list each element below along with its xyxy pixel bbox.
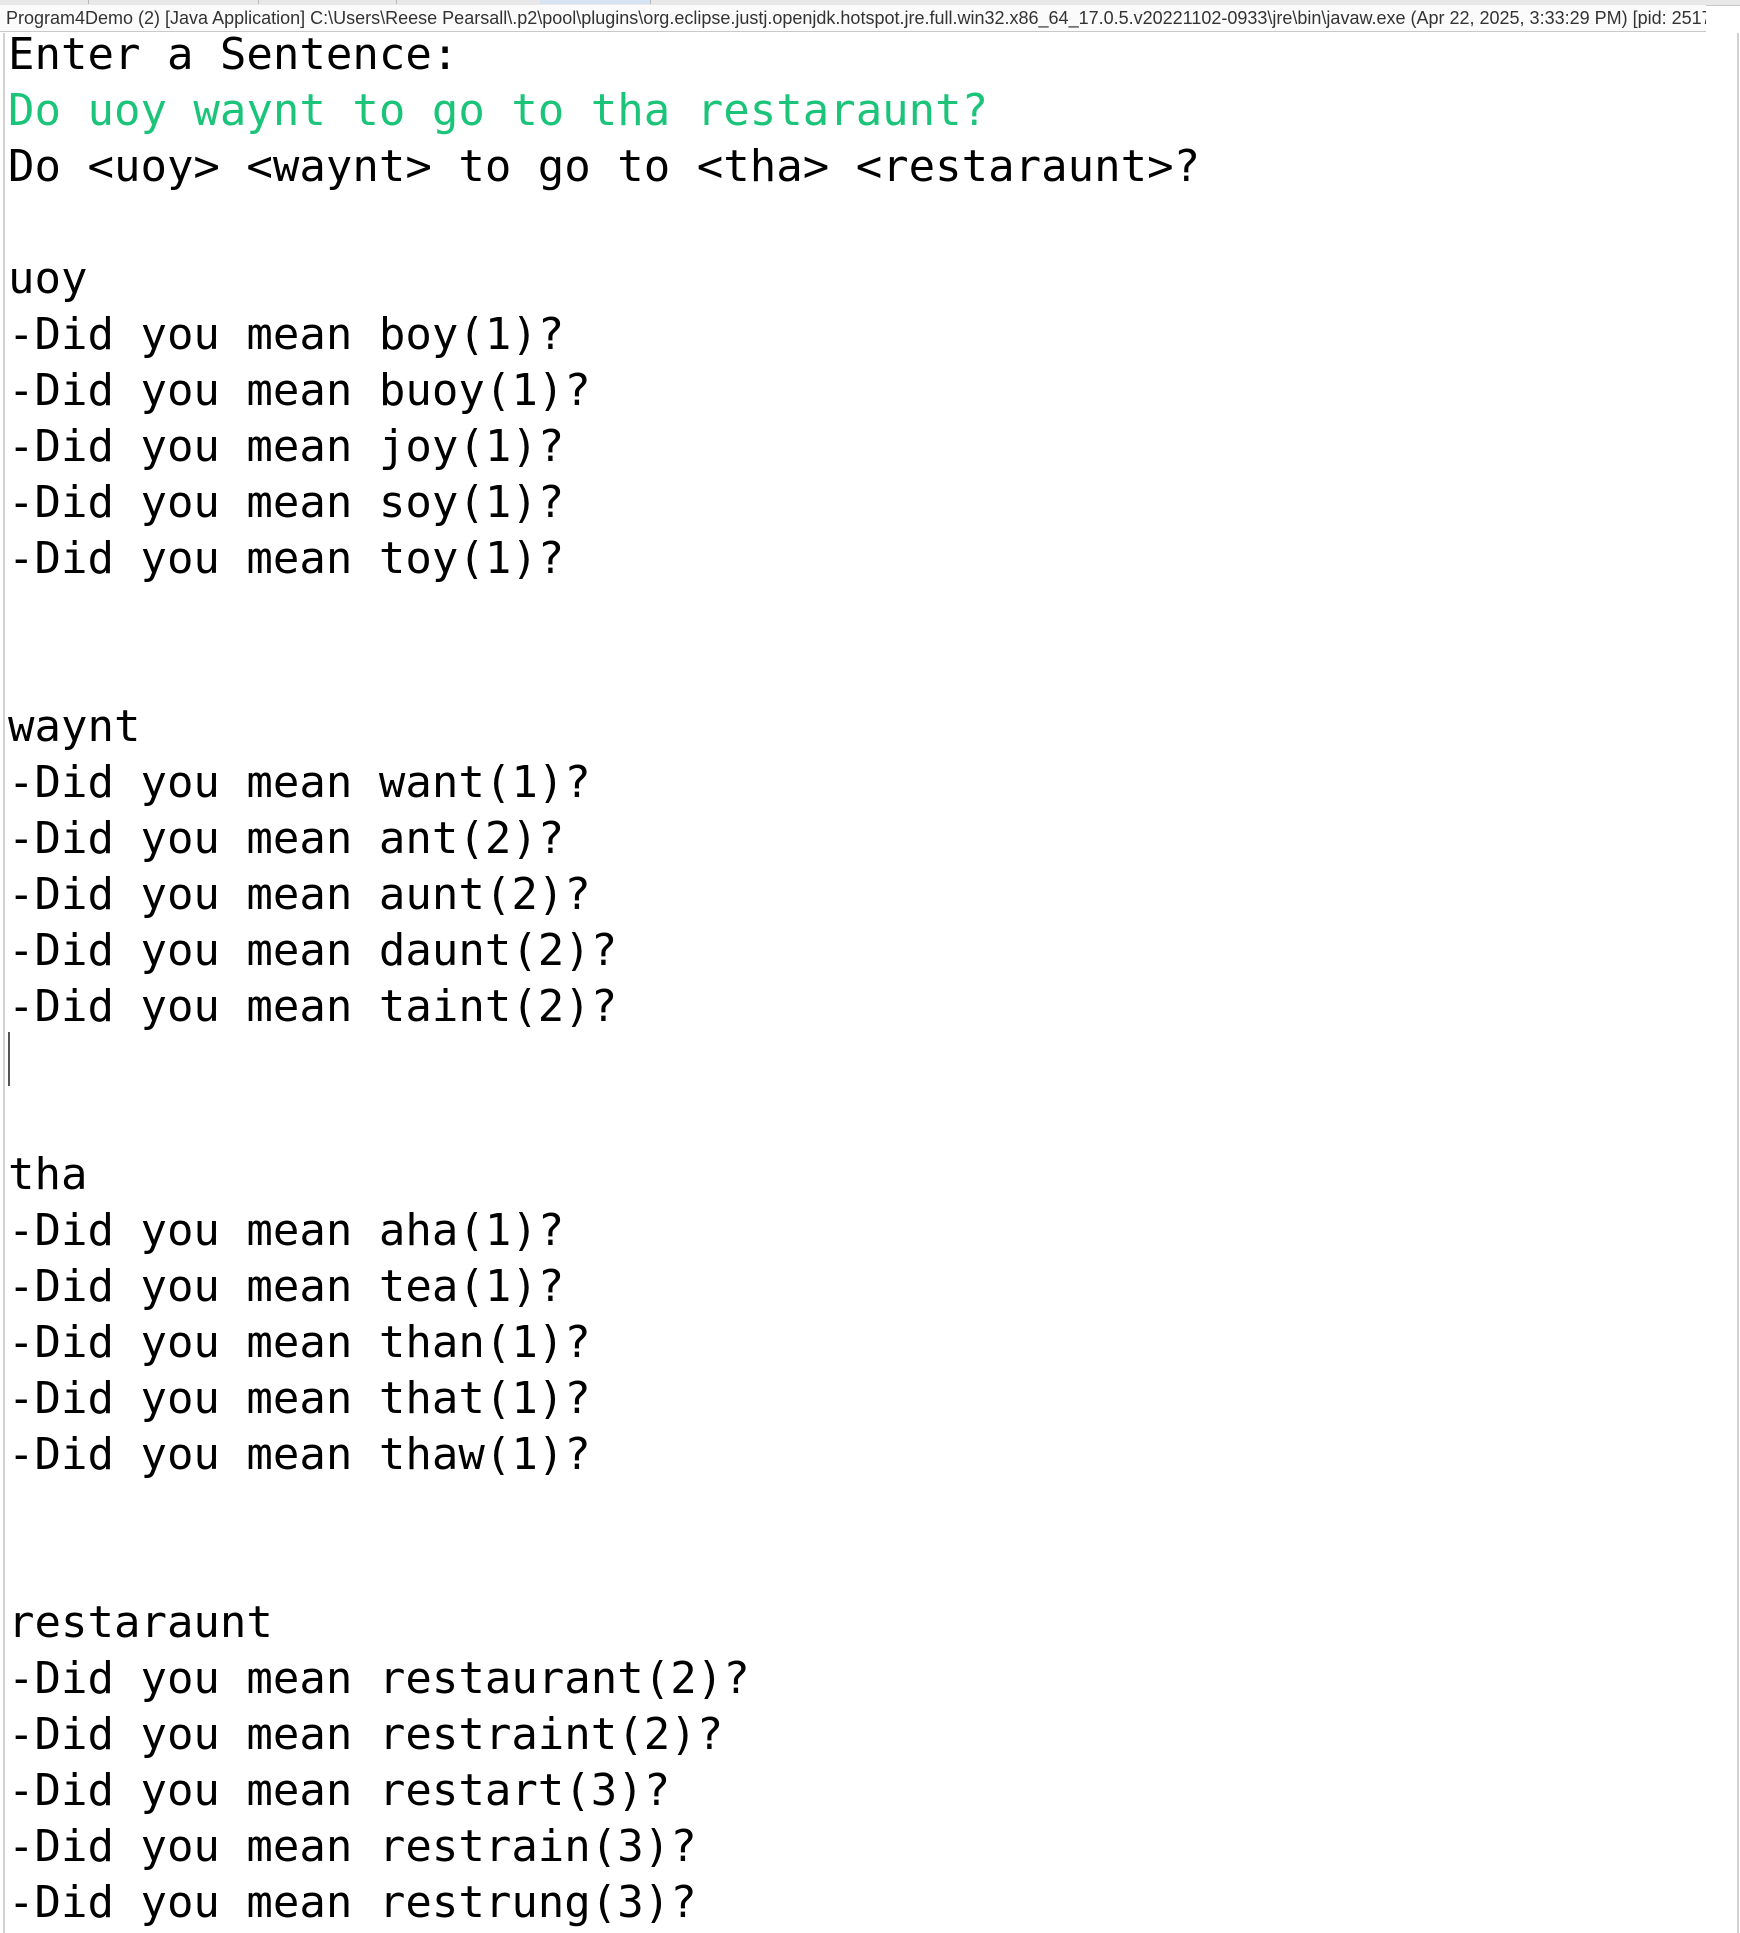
console-output-line: -Did you mean joy(1)? <box>8 421 565 472</box>
console-output-line: -Did you mean toy(1)? <box>8 533 565 584</box>
console-output-line: waynt <box>8 701 141 752</box>
view-tab[interactable] <box>396 0 541 4</box>
console-output-line: -Did you mean restaurant(2)? <box>8 1653 750 1704</box>
console-output-line: -Did you mean taint(2)? <box>8 981 618 1032</box>
console-output-line: -Did you mean thaw(1)? <box>8 1429 591 1480</box>
console-right-border <box>1737 33 1739 1933</box>
console-output-line: -Did you mean restart(3)? <box>8 1765 671 1816</box>
console-output-line: -Did you mean soy(1)? <box>8 477 565 528</box>
console-left-border <box>3 33 5 1933</box>
console-output-line: -Did you mean restraint(2)? <box>8 1709 724 1760</box>
view-tab[interactable] <box>258 0 397 4</box>
console-output-line: -Did you mean than(1)? <box>8 1317 591 1368</box>
console-output-line: -Did you mean restrung(3)? <box>8 1877 697 1928</box>
console-output-line: tha <box>8 1149 88 1200</box>
console-output-line: Enter a Sentence: <box>8 29 459 80</box>
console-output-line: Do <uoy> <waynt> to go to <tha> <restara… <box>8 141 1201 192</box>
console-output-line: -Did you mean tea(1)? <box>8 1261 565 1312</box>
console-output-line: -Did you mean want(1)? <box>8 757 591 808</box>
console-output-line: -Did you mean restrain(3)? <box>8 1821 697 1872</box>
view-tab[interactable] <box>88 0 259 4</box>
view-tab[interactable] <box>0 0 89 4</box>
console-user-input-line: Do uoy waynt to go to tha restaraunt? <box>8 85 989 136</box>
console-output-line: uoy <box>8 253 88 304</box>
console-output-line: -Did you mean aha(1)? <box>8 1205 565 1256</box>
console-output-line: -Did you mean boy(1)? <box>8 309 565 360</box>
console-output-line: -Did you mean aunt(2)? <box>8 869 591 920</box>
console-output-area[interactable]: Enter a Sentence: Do uoy waynt to go to t… <box>8 27 1728 1933</box>
console-window: Program4Demo (2) [Java Application] C:\U… <box>0 0 1740 1933</box>
console-output-line: -Did you mean buoy(1)? <box>8 365 591 416</box>
console-output-line: -Did you mean ant(2)? <box>8 813 565 864</box>
console-tab[interactable] <box>540 0 651 4</box>
console-output-line: -Did you mean daunt(2)? <box>8 925 618 976</box>
console-output-line: -Did you mean that(1)? <box>8 1373 591 1424</box>
text-cursor <box>8 1032 10 1086</box>
console-output-line: restaraunt <box>8 1597 273 1648</box>
